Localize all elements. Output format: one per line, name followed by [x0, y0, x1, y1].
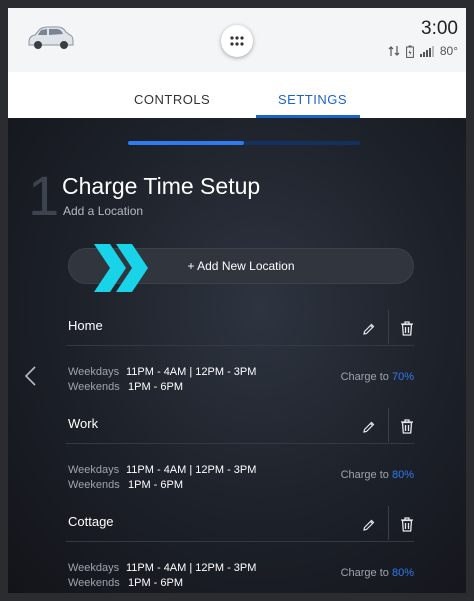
weekends-label: Weekends [68, 381, 120, 393]
battery-icon [405, 45, 414, 58]
pencil-icon[interactable] [362, 518, 376, 532]
chevron-left-icon[interactable] [23, 365, 37, 387]
location-name: Work [68, 416, 99, 431]
weekdays-schedule: 11PM - 4AM | 12PM - 3PM [126, 464, 257, 476]
step-number: 1 [28, 164, 60, 227]
charge-label: Charge to [340, 371, 389, 383]
weekdays-schedule: 11PM - 4AM | 12PM - 3PM [126, 562, 257, 574]
weekends-schedule: 1PM - 6PM [128, 381, 184, 393]
app-menu-button[interactable] [221, 25, 253, 57]
pencil-icon[interactable] [362, 322, 376, 336]
weekdays-label: Weekdays [68, 366, 120, 378]
weekends-label: Weekends [68, 479, 120, 491]
tab-bar: CONTROLS SETTINGS [8, 72, 466, 118]
tab-settings[interactable]: SETTINGS [278, 92, 347, 107]
clock: 3:00 [421, 18, 458, 39]
location-row: Home Weekdays 11PM - 4AM | 12PM - 3PM We… [66, 310, 414, 408]
weekdays-label: Weekdays [68, 464, 120, 476]
temperature-readout: 80° [439, 44, 458, 58]
trash-icon[interactable] [400, 321, 414, 336]
pencil-icon[interactable] [362, 420, 376, 434]
vehicle-icon[interactable] [25, 22, 75, 52]
charge-percent: 80% [391, 469, 414, 481]
location-row: Cottage Weekdays 11PM - 4AM | 12PM - 3PM… [66, 506, 414, 593]
charge-label: Charge to [340, 567, 389, 579]
data-transfer-icon [388, 46, 400, 56]
wizard-progress-fill [128, 141, 244, 145]
charge-target[interactable]: Charge to 80% [341, 567, 414, 579]
wizard-progress-bar [128, 141, 360, 145]
divider [66, 443, 414, 444]
double-chevron-right-icon [94, 244, 148, 292]
charge-target[interactable]: Charge to 70% [341, 371, 414, 383]
add-new-location-label: + Add New Location [187, 259, 295, 273]
app-frame: 3:00 80° CONTROLS SETTINGS 1 Charge Time… [8, 8, 466, 593]
location-name: Cottage [68, 514, 114, 529]
grid-icon [230, 36, 244, 46]
page-title: Charge Time Setup [62, 173, 261, 199]
divider [388, 506, 389, 540]
charge-setup-panel: 1 Charge Time Setup Add a Location + Add… [8, 118, 466, 593]
weekends-label: Weekends [68, 577, 120, 589]
divider [66, 541, 414, 542]
location-name: Home [68, 318, 103, 333]
divider [388, 310, 389, 344]
divider [388, 408, 389, 442]
signal-strength-icon [419, 46, 434, 57]
divider [66, 345, 414, 346]
weekends-schedule: 1PM - 6PM [128, 479, 184, 491]
location-row: Work Weekdays 11PM - 4AM | 12PM - 3PM We… [66, 408, 414, 506]
weekdays-schedule: 11PM - 4AM | 12PM - 3PM [126, 366, 257, 378]
tab-controls[interactable]: CONTROLS [134, 92, 210, 107]
charge-target[interactable]: Charge to 80% [341, 469, 414, 481]
weekends-schedule: 1PM - 6PM [128, 577, 184, 589]
status-icons: 80° [388, 44, 458, 58]
status-bar: 3:00 80° [8, 8, 466, 72]
charge-percent: 80% [391, 567, 414, 579]
charge-percent: 70% [391, 371, 414, 383]
weekdays-label: Weekdays [68, 562, 120, 574]
trash-icon[interactable] [400, 419, 414, 434]
page-subtitle: Add a Location [63, 204, 144, 218]
charge-label: Charge to [340, 469, 389, 481]
trash-icon[interactable] [400, 517, 414, 532]
